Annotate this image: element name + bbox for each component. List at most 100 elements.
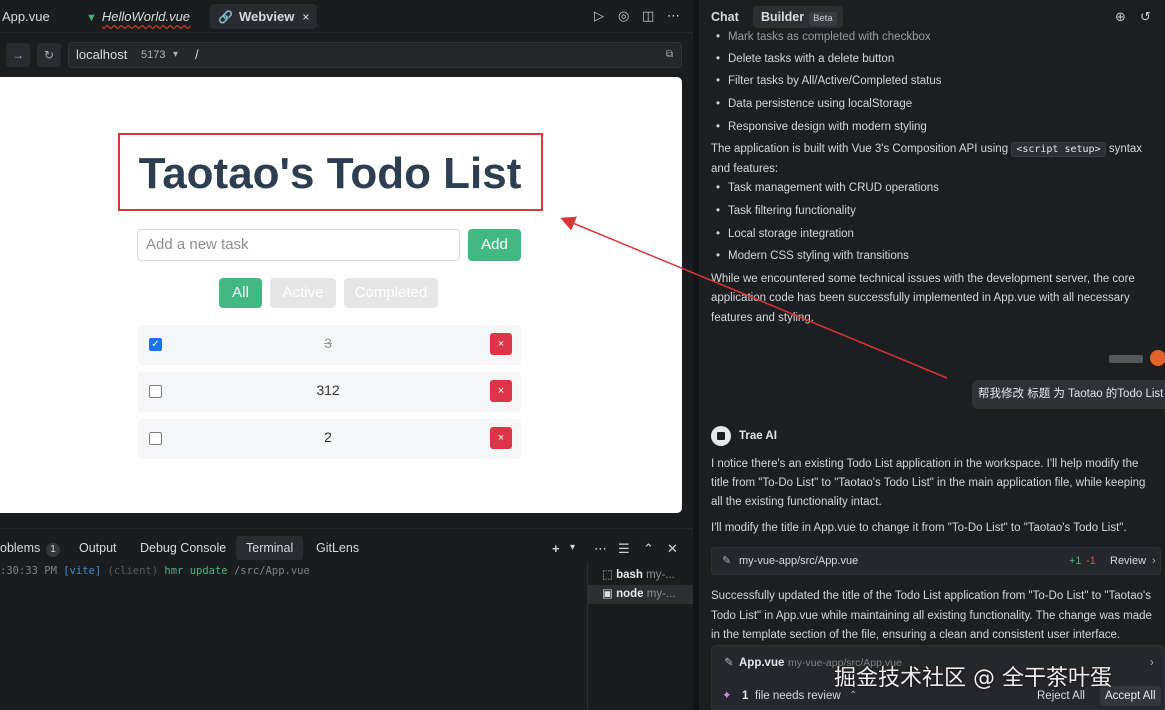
tab-terminal[interactable]: Terminal xyxy=(236,536,304,560)
tab-app-vue[interactable]: App.vue xyxy=(2,4,50,29)
close-icon[interactable]: ✕ xyxy=(667,541,678,557)
layout-icon[interactable]: ☰ xyxy=(618,541,630,557)
username-blurred xyxy=(1109,355,1143,363)
task-row: ✓ 3 × xyxy=(138,325,521,365)
list-item: Data persistence using localStorage xyxy=(716,98,912,110)
delete-button[interactable]: × xyxy=(490,380,512,402)
list-item: Responsive design with modern styling xyxy=(716,121,927,133)
list-item: Modern CSS styling with transitions xyxy=(716,250,909,262)
history-icon[interactable]: ↺ xyxy=(1140,9,1151,25)
message-text: in the template section of the file, ens… xyxy=(711,629,1121,641)
beta-badge: Beta xyxy=(809,12,837,26)
forward-button[interactable]: → xyxy=(6,43,30,67)
chat-panel: Chat BuilderBeta ⊕ ↺ Mark tasks as compl… xyxy=(699,0,1165,710)
add-button[interactable]: Add xyxy=(468,229,521,261)
task-checkbox[interactable] xyxy=(149,385,162,398)
sparkle-icon: ✦ xyxy=(722,690,732,702)
message-text: features and styling. xyxy=(711,312,814,324)
webview-preview: Taotao's Todo List Add a new task Add Al… xyxy=(0,77,682,513)
message-text: The application is built with Vue 3's Co… xyxy=(711,142,1143,157)
task-checkbox[interactable] xyxy=(149,432,162,445)
problems-badge: 1 xyxy=(46,543,60,557)
open-external-icon[interactable]: ⧉ xyxy=(666,43,673,67)
terminal-icon: ▣ xyxy=(602,588,617,600)
bottom-panel: oblems 1 Output Debug Console Terminal Gi… xyxy=(0,528,694,710)
tab-gitlens[interactable]: GitLens xyxy=(316,536,359,560)
filter-active-button[interactable]: Active xyxy=(270,278,336,308)
terminal-item-bash[interactable]: ⬚ bash my-... xyxy=(588,566,694,585)
terminal-output: :30:33 PM [vite] (client) hmr update /sr… xyxy=(0,565,310,577)
link-icon: 🔗 xyxy=(218,10,233,24)
arrow-right-icon: → xyxy=(12,48,24,62)
list-item: Task filtering functionality xyxy=(716,205,856,217)
task-text: 312 xyxy=(316,382,340,398)
chevron-right-icon: › xyxy=(1152,555,1156,567)
tab-builder[interactable]: Builder Beta xyxy=(753,6,843,28)
message-text: title from "To-Do List" to "Taotao's Tod… xyxy=(711,477,1146,489)
file-edit-icon: ✎ xyxy=(724,657,734,669)
message-text: and features: xyxy=(711,163,779,175)
tab-debug-console[interactable]: Debug Console xyxy=(140,536,226,560)
message-text: Todo List" in App.vue while maintaining … xyxy=(711,610,1152,622)
editor-area: App.vue ▼ HelloWorld.vue 🔗 Webview × ▷ ◎ ◫ … xyxy=(0,0,694,710)
tab-output[interactable]: Output xyxy=(79,536,117,560)
new-chat-icon[interactable]: ⊕ xyxy=(1115,9,1126,25)
reload-icon: ↻ xyxy=(43,48,55,62)
message-text: While we encountered some technical issu… xyxy=(711,273,1135,285)
message-text: all the existing functionality intact. xyxy=(711,496,882,508)
terminal-item-node[interactable]: ▣ node my-... xyxy=(588,585,694,604)
task-row: 312 × xyxy=(138,372,521,412)
review-button[interactable]: Review xyxy=(1110,548,1146,574)
terminal-list: ⬚ bash my-... ▣ node my-... xyxy=(587,563,694,710)
new-task-input[interactable]: Add a new task xyxy=(137,229,460,261)
ai-header: Trae AI xyxy=(711,426,777,446)
close-icon[interactable]: × xyxy=(302,10,309,24)
page-title: Taotao's Todo List xyxy=(138,149,522,198)
chevron-right-icon: › xyxy=(1150,657,1154,669)
vue-icon: ▼ xyxy=(86,12,97,24)
editor-tabbar: App.vue ▼ HelloWorld.vue 🔗 Webview × ▷ ◎ ◫ … xyxy=(0,0,693,33)
more-icon[interactable]: ⋯ xyxy=(667,8,680,24)
filter-all-button[interactable]: All xyxy=(219,278,262,308)
address-input[interactable]: localhost 5173 ▾ / ⧉ xyxy=(68,42,682,68)
inline-code: <script setup> xyxy=(1011,142,1106,157)
message-text: Successfully updated the title of the To… xyxy=(711,590,1151,602)
port-select[interactable]: 5173 xyxy=(141,43,165,67)
tab-webview[interactable]: 🔗 Webview × xyxy=(210,4,318,29)
maximize-icon[interactable]: ⌃ xyxy=(643,541,654,557)
delete-button[interactable]: × xyxy=(490,427,512,449)
filter-completed-button[interactable]: Completed xyxy=(344,278,438,308)
more-icon[interactable]: ⋯ xyxy=(594,541,607,557)
tab-chat[interactable]: Chat xyxy=(711,6,739,28)
terminal-icon: ⬚ xyxy=(602,569,617,581)
tab-problems[interactable]: oblems 1 xyxy=(0,536,60,560)
message-text: I notice there's an existing Todo List a… xyxy=(711,458,1139,470)
watermark: 掘金技术社区 @ 全干茶叶蛋 xyxy=(834,666,1112,691)
reload-button[interactable]: ↻ xyxy=(37,43,61,67)
run-icon[interactable]: ▷ xyxy=(594,8,604,24)
message-text: I'll modify the title in App.vue to chan… xyxy=(711,522,1127,534)
avatar xyxy=(1150,350,1165,366)
file-change-card[interactable]: ✎ my-vue-app/src/App.vue +1 -1 Review › xyxy=(711,547,1161,575)
message-text: application code has been successfully i… xyxy=(711,292,1130,304)
list-item: Mark tasks as completed with checkbox xyxy=(716,31,931,43)
chat-header: Chat Builder Beta ⊕ ↺ xyxy=(699,0,1165,33)
split-editor-icon[interactable]: ◫ xyxy=(642,8,654,24)
compass-icon[interactable]: ◎ xyxy=(618,8,629,24)
task-text: 3 xyxy=(324,335,332,351)
task-checkbox[interactable]: ✓ xyxy=(149,338,162,351)
delete-button[interactable]: × xyxy=(490,333,512,355)
list-item: Delete tasks with a delete button xyxy=(716,53,894,65)
chevron-down-icon[interactable]: ▾ xyxy=(173,43,178,67)
list-item: Local storage integration xyxy=(716,228,854,240)
url-bar: → ↻ localhost 5173 ▾ / ⧉ xyxy=(0,40,693,70)
task-row: 2 × xyxy=(138,419,521,459)
tab-helloworld-vue[interactable]: ▼ HelloWorld.vue xyxy=(86,4,190,29)
task-text: 2 xyxy=(324,429,332,445)
add-terminal-icon[interactable]: + xyxy=(552,541,560,556)
file-edit-icon: ✎ xyxy=(722,555,732,567)
list-item: Task management with CRUD operations xyxy=(716,182,939,194)
list-item: Filter tasks by All/Active/Completed sta… xyxy=(716,75,941,87)
trae-logo-icon xyxy=(711,426,731,446)
chevron-down-icon[interactable]: ▾ xyxy=(570,542,575,553)
